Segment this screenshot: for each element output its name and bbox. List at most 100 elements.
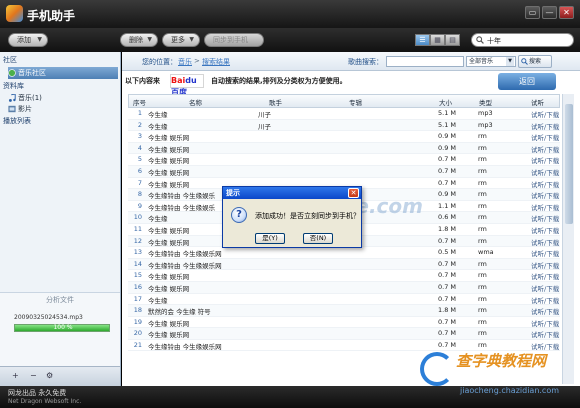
row-listen-download-link[interactable]: 试听/下载 bbox=[531, 121, 561, 131]
add-list-button[interactable]: + bbox=[12, 371, 19, 380]
col-header-no[interactable]: 序号 bbox=[133, 97, 146, 107]
row-size: 0.7 M bbox=[438, 294, 457, 303]
sidebar-item-video[interactable]: 影片 bbox=[8, 103, 118, 115]
row-listen-download-link[interactable]: 试听/下载 bbox=[531, 318, 561, 328]
row-number: 2 bbox=[137, 120, 142, 129]
row-listen-download-link[interactable]: 试听/下载 bbox=[531, 329, 561, 339]
row-listen-download-link[interactable]: 试听/下载 bbox=[531, 225, 561, 235]
table-row[interactable]: 16 今生缘 娱乐网 0.7 M rm 试听/下载 bbox=[128, 281, 561, 294]
row-size: 0.7 M bbox=[438, 282, 457, 291]
breadcrumb-search-results[interactable]: 搜索结果 bbox=[202, 57, 230, 67]
add-button[interactable]: 添加 ▼ bbox=[8, 33, 48, 47]
dialog-title: 提示 bbox=[226, 189, 240, 197]
row-name: 今生缘 bbox=[148, 122, 168, 131]
list-view-icon[interactable]: ☰ bbox=[415, 34, 430, 46]
yes-button[interactable]: 是(Y) bbox=[255, 233, 285, 244]
dialog-close-button[interactable]: ✕ bbox=[348, 188, 359, 198]
row-number: 11 bbox=[133, 224, 142, 233]
table-row[interactable]: 6 今生缘 娱乐网 0.7 M rm 试听/下载 bbox=[128, 165, 561, 178]
row-type: rm bbox=[478, 271, 487, 280]
col-header-album[interactable]: 专辑 bbox=[349, 97, 362, 107]
table-row[interactable]: 3 今生缘 娱乐网 0.9 M rm 试听/下载 bbox=[128, 131, 560, 143]
search-input[interactable]: 十年 bbox=[471, 33, 574, 47]
row-type: rm bbox=[478, 201, 487, 210]
sidebar-section-library: 资料库 bbox=[3, 82, 24, 90]
row-listen-download-link[interactable]: 试听/下载 bbox=[531, 260, 561, 270]
scrollbar-thumb[interactable] bbox=[565, 104, 573, 224]
search-button[interactable]: 搜索 bbox=[518, 55, 552, 68]
location-bar: 您的位置： 音乐 > 搜索结果 歌曲搜索： 全部音乐 ▼ 搜索 bbox=[122, 52, 580, 71]
table-row[interactable]: 17 今生缘 0.7 M rm 试听/下载 bbox=[128, 294, 560, 306]
restore-button[interactable]: ▭ bbox=[525, 6, 540, 19]
footer-line1: 网龙出品 永久免费 bbox=[8, 389, 67, 397]
row-listen-download-link[interactable]: 试听/下载 bbox=[531, 202, 561, 212]
col-header-name[interactable]: 名称 bbox=[189, 97, 202, 107]
row-artist: 川子 bbox=[258, 122, 271, 131]
sync-button[interactable]: 同步到手机 bbox=[204, 33, 264, 47]
back-button[interactable]: 返回 bbox=[498, 73, 556, 90]
cover-view-icon[interactable]: ▤ bbox=[445, 34, 460, 46]
vertical-scrollbar[interactable] bbox=[562, 94, 574, 384]
settings-button[interactable]: ⚙ bbox=[46, 371, 53, 380]
sidebar-item-music-community[interactable]: 音乐社区 bbox=[8, 67, 118, 79]
close-button[interactable]: ✕ bbox=[559, 6, 574, 19]
row-listen-download-link[interactable]: 试听/下载 bbox=[531, 167, 561, 177]
row-listen-download-link[interactable]: 试听/下载 bbox=[531, 213, 561, 223]
table-row[interactable]: 21 今生缘铃由 今生缘娱乐网 0.7 M rm 试听/下载 bbox=[128, 340, 560, 352]
row-size: 1.1 M bbox=[438, 201, 457, 210]
table-row[interactable]: 14 今生缘铃由 今生缘娱乐网 0.7 M rm 试听/下载 bbox=[128, 258, 561, 271]
search-button-label: 搜索 bbox=[529, 58, 542, 65]
table-row[interactable]: 15 今生缘 娱乐网 0.7 M rm 试听/下载 bbox=[128, 270, 560, 282]
table-row[interactable]: 20 今生缘 娱乐网 0.7 M rm 试听/下载 bbox=[128, 328, 560, 340]
remove-list-button[interactable]: − bbox=[30, 371, 37, 380]
row-listen-download-link[interactable]: 试听/下载 bbox=[531, 155, 561, 165]
row-size: 0.7 M bbox=[438, 155, 457, 164]
row-listen-download-link[interactable]: 试听/下载 bbox=[531, 190, 561, 200]
row-listen-download-link[interactable]: 试听/下载 bbox=[531, 237, 561, 247]
row-number: 3 bbox=[137, 132, 142, 141]
col-header-listen[interactable]: 试听 bbox=[531, 97, 544, 107]
row-listen-download-link[interactable]: 试听/下载 bbox=[531, 144, 561, 154]
minimize-button[interactable]: — bbox=[542, 6, 557, 19]
table-row[interactable]: 4 今生缘 娱乐网 0.9 M rm 试听/下载 bbox=[128, 142, 561, 155]
row-listen-download-link[interactable]: 试听/下载 bbox=[531, 341, 561, 351]
no-button[interactable]: 否(N) bbox=[303, 233, 333, 244]
row-listen-download-link[interactable]: 试听/下载 bbox=[531, 248, 561, 258]
row-size: 0.6 M bbox=[438, 213, 457, 222]
row-number: 8 bbox=[137, 190, 142, 199]
row-name: 今生缘 娱乐网 bbox=[148, 168, 190, 177]
col-header-size[interactable]: 大小 bbox=[439, 97, 452, 107]
sidebar-item-label: 影片 bbox=[18, 105, 32, 113]
col-header-type[interactable]: 类型 bbox=[479, 97, 492, 107]
row-size: 0.7 M bbox=[438, 166, 457, 175]
table-row[interactable]: 13 今生缘铃由 今生缘娱乐网 0.5 M wma 试听/下载 bbox=[128, 247, 560, 259]
row-size: 1.8 M bbox=[438, 224, 457, 233]
row-listen-download-link[interactable]: 试听/下载 bbox=[531, 109, 561, 119]
row-listen-download-link[interactable]: 试听/下载 bbox=[531, 283, 561, 293]
table-row[interactable]: 18 默然的会 今生缘 符号 1.8 M rm 试听/下载 bbox=[128, 305, 560, 317]
song-search-input[interactable] bbox=[386, 56, 464, 67]
search-scope-select[interactable]: 全部音乐 ▼ bbox=[466, 56, 516, 67]
row-name: 今生缘 娱乐网 bbox=[148, 157, 190, 166]
row-type: wma bbox=[478, 248, 494, 257]
breadcrumb-music[interactable]: 音乐 bbox=[178, 57, 192, 67]
row-type: rm bbox=[478, 143, 487, 152]
row-type: rm bbox=[478, 294, 487, 303]
col-header-artist[interactable]: 歌手 bbox=[269, 97, 282, 107]
analyze-progress-bar: 100 % bbox=[14, 324, 110, 332]
row-size: 0.7 M bbox=[438, 178, 457, 187]
row-listen-download-link[interactable]: 试听/下载 bbox=[531, 295, 561, 305]
row-listen-download-link[interactable]: 试听/下载 bbox=[531, 271, 561, 281]
delete-button[interactable]: 删除 ▼ bbox=[120, 33, 158, 47]
grid-view-icon[interactable]: ▦ bbox=[430, 34, 445, 46]
table-row[interactable]: 2 今生缘 川子 5.1 M mp3 试听/下载 bbox=[128, 119, 561, 132]
more-button[interactable]: 更多 ▼ bbox=[162, 33, 200, 47]
table-row[interactable]: 19 今生缘 娱乐网 0.7 M rm 试听/下载 bbox=[128, 317, 560, 329]
search-icon bbox=[476, 36, 484, 44]
table-row[interactable]: 5 今生缘 娱乐网 0.7 M rm 试听/下载 bbox=[128, 154, 560, 166]
row-listen-download-link[interactable]: 试听/下载 bbox=[531, 179, 561, 189]
row-listen-download-link[interactable]: 试听/下载 bbox=[531, 132, 561, 142]
row-listen-download-link[interactable]: 试听/下载 bbox=[531, 306, 561, 316]
row-size: 1.8 M bbox=[438, 306, 457, 315]
table-row[interactable]: 1 今生缘 川子 5.1 M mp3 试听/下载 bbox=[128, 108, 560, 120]
